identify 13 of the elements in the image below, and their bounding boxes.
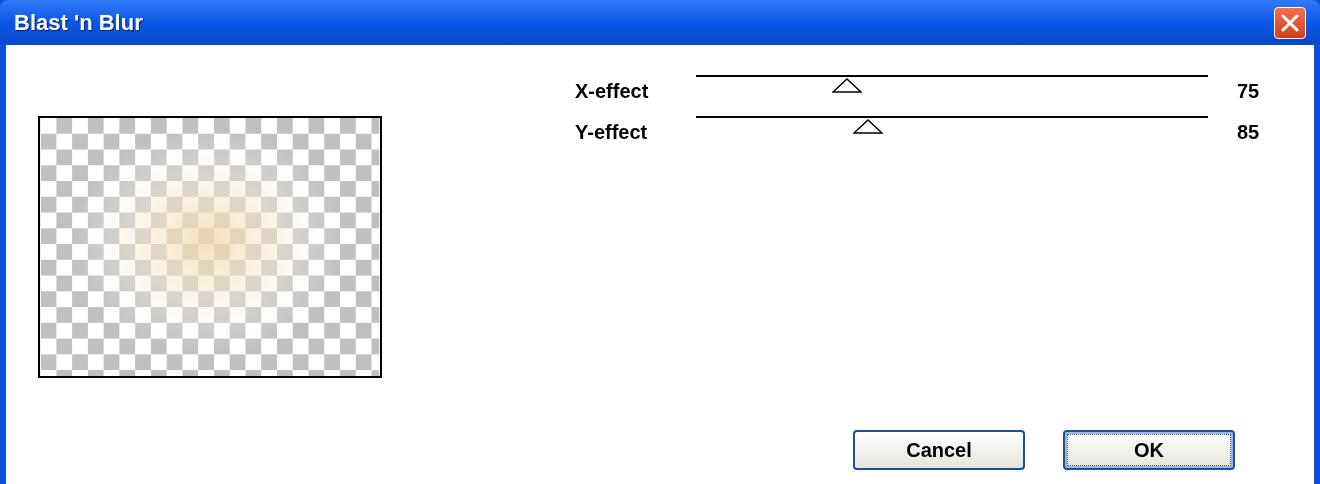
slider-label: Y-effect — [575, 120, 649, 144]
slider-value: 75 — [1237, 79, 1260, 103]
dialog-button[interactable]: Cancel — [853, 430, 1025, 470]
slider-thumb[interactable] — [853, 119, 884, 134]
slider-value: 85 — [1237, 120, 1260, 144]
slider-track[interactable] — [696, 116, 1208, 134]
window-title: Blast 'n Blur — [14, 9, 143, 37]
slider-label: X-effect — [575, 79, 650, 103]
close-button[interactable] — [1274, 6, 1306, 39]
slider-track[interactable] — [696, 75, 1208, 93]
slider-thumb[interactable] — [832, 78, 863, 93]
dialog-button[interactable]: OK — [1063, 430, 1235, 470]
close-icon — [1281, 13, 1299, 32]
